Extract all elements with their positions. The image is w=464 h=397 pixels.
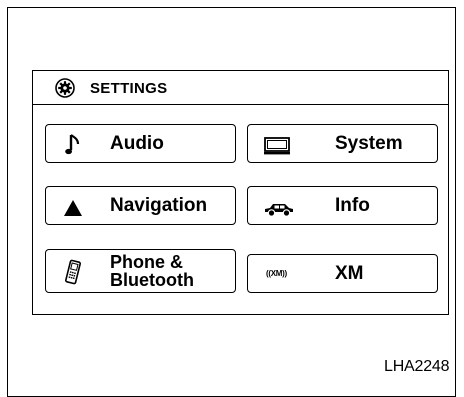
navigation-button[interactable]: Navigation — [45, 186, 236, 225]
cell-phone-icon — [65, 259, 81, 285]
audio-button[interactable]: Audio — [45, 124, 236, 163]
system-label: System — [335, 133, 403, 154]
page-title: SETTINGS — [90, 80, 168, 97]
xm-button[interactable]: ((XM)) XM — [247, 254, 438, 293]
triangle-arrow-icon — [64, 200, 82, 216]
settings-screen: SETTINGS Audio System Navigation Info Ph… — [32, 70, 449, 315]
info-button[interactable]: Info — [247, 186, 438, 225]
info-label: Info — [335, 195, 370, 216]
xm-label: XM — [335, 263, 364, 284]
audio-label: Audio — [110, 133, 164, 154]
music-note-icon — [65, 134, 80, 155]
bluetooth-label: Bluetooth — [110, 270, 194, 290]
title-bar: SETTINGS — [33, 71, 448, 105]
gear-icon — [55, 78, 75, 98]
monitor-icon — [264, 137, 290, 155]
navigation-label: Navigation — [110, 195, 208, 216]
figure-id: LHA2248 — [384, 358, 450, 375]
system-button[interactable]: System — [247, 124, 438, 163]
phone-bluetooth-button[interactable]: Phone & Bluetooth — [45, 249, 236, 293]
car-icon — [265, 204, 293, 217]
xm-radio-icon: ((XM)) — [266, 269, 287, 278]
